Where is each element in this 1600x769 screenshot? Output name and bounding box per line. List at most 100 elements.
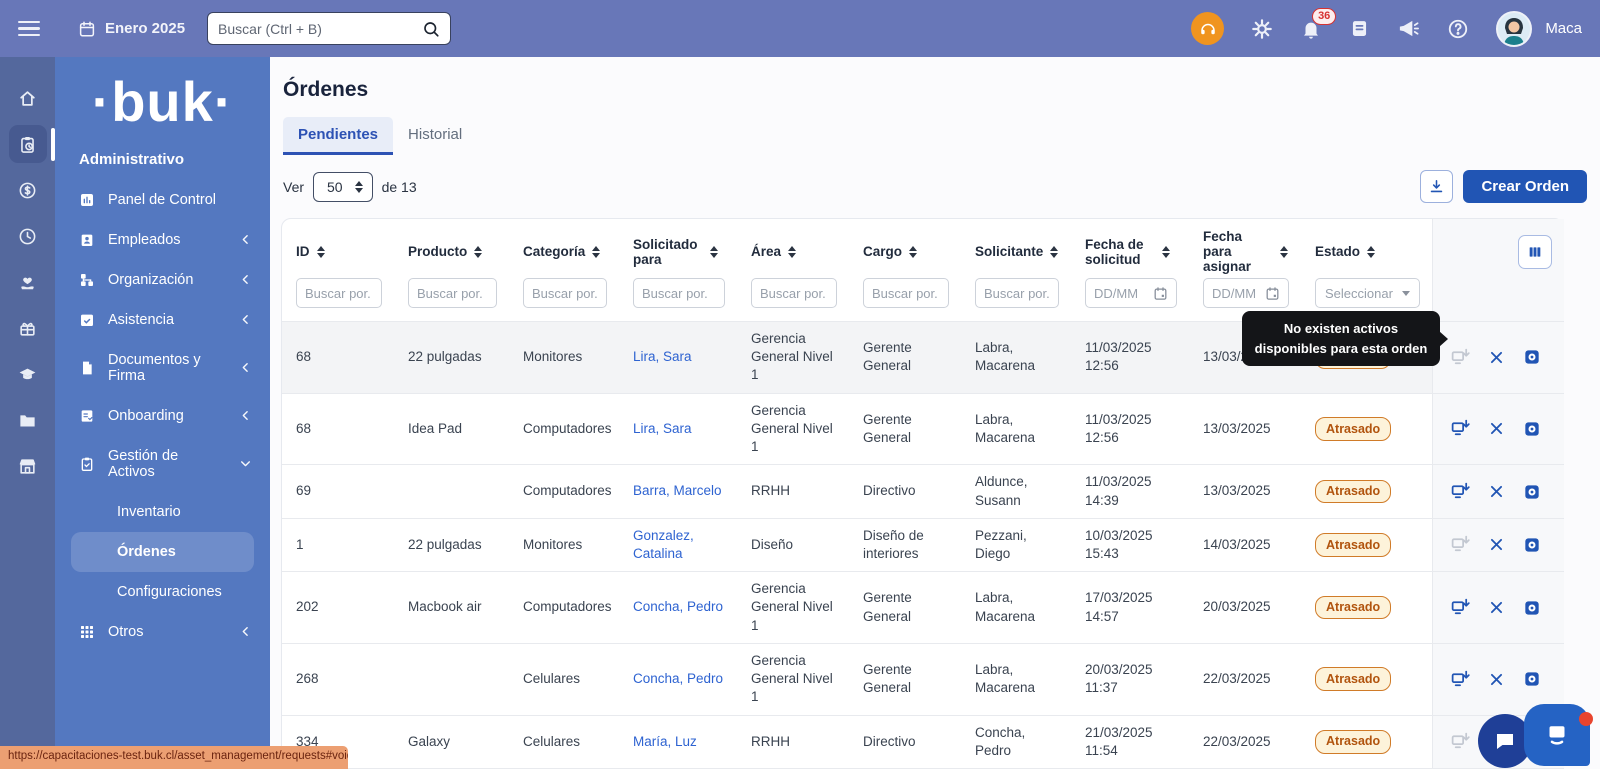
assign-asset-button[interactable] — [1450, 731, 1471, 752]
column-header-cargo[interactable]: Cargo — [849, 219, 961, 276]
assign-asset-button[interactable] — [1450, 597, 1471, 618]
view-order-button[interactable] — [1522, 347, 1542, 367]
notifications-button[interactable]: 36 — [1300, 18, 1322, 40]
rail-marketplace-button[interactable] — [9, 447, 47, 485]
filter-fecha-solicitud-date[interactable] — [1085, 278, 1177, 308]
search-input[interactable] — [218, 21, 414, 37]
rail-attendance-button[interactable] — [9, 217, 47, 255]
column-header-id[interactable]: ID — [282, 219, 394, 276]
settings-button[interactable] — [1251, 18, 1273, 40]
filter-area-input[interactable] — [751, 278, 837, 308]
solicitado-para-link[interactable]: Lira, Sara — [633, 349, 692, 364]
assign-asset-button[interactable] — [1450, 534, 1471, 555]
table-row[interactable]: 202 Macbook air Computadores Concha, Ped… — [282, 571, 1563, 643]
tab-pendientes[interactable]: Pendientes — [283, 117, 393, 155]
tab-historial[interactable]: Historial — [393, 117, 477, 155]
user-name[interactable]: Maca — [1545, 20, 1582, 37]
view-order-button[interactable] — [1522, 419, 1542, 439]
column-header-area[interactable]: Área — [737, 219, 849, 276]
rail-asset-management-button[interactable] — [9, 125, 47, 163]
solicitado-para-link[interactable]: Gonzalez, Catalina — [633, 528, 694, 561]
rail-home-button[interactable] — [9, 79, 47, 117]
filter-fecha-asignar-date[interactable] — [1203, 278, 1289, 308]
sidebar-subitem-ordenes[interactable]: Órdenes — [71, 532, 254, 572]
table-row[interactable]: 69 Computadores Barra, Marcelo RRHH Dire… — [282, 464, 1563, 517]
global-search[interactable] — [207, 12, 451, 45]
search-icon[interactable] — [422, 20, 440, 38]
view-order-button[interactable] — [1522, 482, 1542, 502]
filter-solicitante-input[interactable] — [975, 278, 1059, 308]
cancel-order-button[interactable] — [1488, 349, 1505, 366]
sort-icon[interactable] — [1050, 246, 1058, 258]
solicitado-para-link[interactable]: Concha, Pedro — [633, 671, 723, 686]
rail-payroll-button[interactable] — [9, 171, 47, 209]
rail-benefits-button[interactable] — [9, 309, 47, 347]
column-header-solicitante[interactable]: Solicitante — [961, 219, 1071, 276]
filter-id-input[interactable] — [296, 278, 382, 308]
download-button[interactable] — [1420, 170, 1453, 203]
view-order-button[interactable] — [1522, 598, 1542, 618]
filter-solicitado-para-input[interactable] — [633, 278, 725, 308]
view-order-button[interactable] — [1522, 535, 1542, 555]
assistant-button[interactable] — [1524, 704, 1590, 766]
column-header-categoria[interactable]: Categoría — [509, 219, 619, 276]
filter-producto-input[interactable] — [408, 278, 497, 308]
table-row[interactable]: 334 Galaxy Celulares María, Luz RRHH Dir… — [282, 715, 1563, 768]
rail-training-button[interactable] — [9, 355, 47, 393]
fecha-asignar-input[interactable] — [1212, 279, 1261, 307]
sort-icon[interactable] — [1280, 246, 1288, 258]
sidebar-subitem-inventario[interactable]: Inventario — [55, 492, 270, 532]
cancel-order-button[interactable] — [1488, 536, 1505, 553]
table-row[interactable]: 1 22 pulgadas Monitores Gonzalez, Catali… — [282, 518, 1563, 571]
period-selector[interactable]: Enero 2025 — [78, 20, 185, 38]
sort-icon[interactable] — [592, 246, 600, 258]
table-row[interactable]: 268 Celulares Concha, Pedro Gerencia Gen… — [282, 643, 1563, 715]
rail-talent-button[interactable] — [9, 263, 47, 301]
solicitado-para-link[interactable]: Lira, Sara — [633, 421, 692, 436]
sidebar-item-otros[interactable]: Otros — [55, 612, 270, 652]
avatar[interactable] — [1496, 11, 1532, 47]
solicitado-para-link[interactable]: Concha, Pedro — [633, 599, 723, 614]
sort-icon[interactable] — [909, 246, 917, 258]
sidebar-item-panel-de-control[interactable]: Panel de Control — [55, 180, 270, 220]
table-row[interactable]: 68 Idea Pad Computadores Lira, Sara Gere… — [282, 393, 1563, 465]
column-header-estado[interactable]: Estado — [1301, 219, 1432, 276]
notes-button[interactable] — [1349, 18, 1370, 39]
solicitado-para-link[interactable]: Barra, Marcelo — [633, 483, 722, 498]
filter-categoria-input[interactable] — [523, 278, 607, 308]
assign-asset-button[interactable] — [1450, 669, 1471, 690]
view-order-button[interactable] — [1522, 669, 1542, 689]
sort-icon[interactable] — [710, 246, 718, 258]
cancel-order-button[interactable] — [1488, 599, 1505, 616]
sidebar-item-onboarding[interactable]: Onboarding — [55, 396, 270, 436]
rail-documents-button[interactable] — [9, 401, 47, 439]
cancel-order-button[interactable] — [1488, 420, 1505, 437]
sidebar-item-gestion-de-activos[interactable]: Gestión de Activos — [55, 436, 270, 492]
cancel-order-button[interactable] — [1488, 671, 1505, 688]
filter-estado-select[interactable]: Seleccionar — [1315, 278, 1420, 308]
sidebar-item-empleados[interactable]: Empleados — [55, 220, 270, 260]
sort-icon[interactable] — [1162, 246, 1170, 258]
column-header-producto[interactable]: Producto — [394, 219, 509, 276]
help-button[interactable] — [1447, 18, 1469, 40]
create-order-button[interactable]: Crear Orden — [1463, 170, 1587, 203]
fecha-solicitud-input[interactable] — [1094, 279, 1149, 307]
sort-icon[interactable] — [788, 246, 796, 258]
sort-icon[interactable] — [317, 246, 325, 258]
filter-cargo-input[interactable] — [863, 278, 949, 308]
announcements-button[interactable] — [1397, 17, 1420, 40]
assign-asset-button[interactable] — [1450, 418, 1471, 439]
sidebar-subitem-configuraciones[interactable]: Configuraciones — [55, 572, 270, 612]
cancel-order-button[interactable] — [1488, 483, 1505, 500]
hamburger-icon[interactable] — [18, 21, 40, 37]
column-picker-button[interactable] — [1518, 235, 1552, 269]
solicitado-para-link[interactable]: María, Luz — [633, 734, 697, 749]
assign-asset-button[interactable] — [1450, 347, 1471, 368]
assign-asset-button[interactable] — [1450, 481, 1471, 502]
sidebar-item-organizacion[interactable]: Organización — [55, 260, 270, 300]
sidebar-item-documentos-y-firma[interactable]: Documentos y Firma — [55, 340, 270, 396]
sort-icon[interactable] — [1367, 246, 1375, 258]
column-header-fecha-asignar[interactable]: Fecha para asignar — [1189, 219, 1301, 276]
sidebar-item-asistencia[interactable]: Asistencia — [55, 300, 270, 340]
column-header-solicitado-para[interactable]: Solicitado para — [619, 219, 737, 276]
